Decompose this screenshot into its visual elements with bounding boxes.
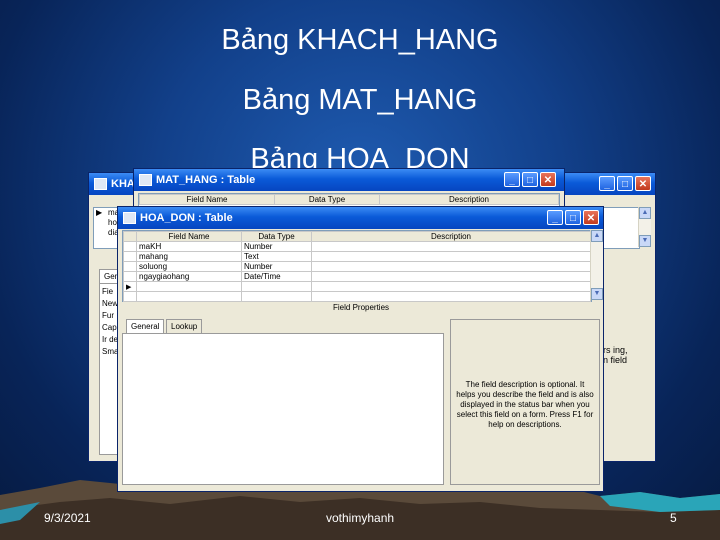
grid-corner [123,231,137,242]
data-type-cell[interactable]: Number [241,241,312,252]
table-row[interactable]: mahang Text [123,251,591,262]
field-help-text: The field description is optional. It he… [456,380,594,429]
khach-hang-scrollbar[interactable]: ▲ ▼ [638,207,651,247]
table-row[interactable]: ngaygiaohang Date/Time [123,271,591,282]
row-selector[interactable] [123,291,137,302]
hoa-don-col-data-type: Data Type [241,231,312,242]
scroll-down-icon[interactable]: ▼ [591,288,603,300]
mat-hang-title: MAT_HANG : Table [156,174,256,186]
slide-title-mat-hang: Bảng MAT_HANG [242,84,478,116]
footer-author: vothimyhanh [326,511,395,525]
close-icon[interactable]: ✕ [540,172,556,187]
scroll-down-icon[interactable]: ▼ [639,235,651,247]
field-name-cell[interactable]: soluong [136,261,242,272]
slide-background: Bảng KHACH_HANG Bảng MAT_HANG Bảng HOA_D… [0,0,720,540]
minimize-icon[interactable]: _ [599,176,615,191]
khach-hang-help-fragment: rs ing, n field [603,345,653,365]
field-name-cell[interactable]: mahang [136,251,242,262]
general-properties-panel[interactable] [122,333,444,485]
description-cell[interactable] [311,291,591,302]
table-icon [139,174,152,186]
mat-hang-col-field-name: Field Name [139,194,275,205]
row-selector-icon[interactable]: ▶ [123,281,137,292]
table-row[interactable] [123,291,591,302]
description-cell[interactable] [311,241,591,252]
description-cell[interactable] [311,261,591,272]
table-icon [123,212,136,224]
mat-hang-col-description: Description [379,194,559,205]
scroll-up-icon[interactable]: ▲ [591,230,603,242]
table-row[interactable]: maKH Number [123,241,591,252]
table-icon [94,178,107,190]
help-panel: The field description is optional. It he… [450,319,600,485]
maximize-icon[interactable]: □ [617,176,633,191]
field-name-cell[interactable]: ngaygiaohang [136,271,242,282]
mat-hang-titlebar[interactable]: MAT_HANG : Table _ □ ✕ [134,169,564,191]
row-selector-icon[interactable]: ▶ [96,208,102,218]
hoa-don-table-window[interactable]: HOA_DON : Table _ □ ✕ Field Name Data Ty… [117,206,604,492]
scroll-up-icon[interactable]: ▲ [639,207,651,219]
close-icon[interactable]: ✕ [583,210,599,225]
hoa-don-titlebar[interactable]: HOA_DON : Table _ □ ✕ [118,207,603,229]
field-name-cell[interactable] [136,291,242,302]
tab-lookup[interactable]: Lookup [166,319,203,334]
data-type-cell[interactable]: Text [241,251,312,262]
hoa-don-col-field-name: Field Name [136,231,242,242]
hoa-don-scrollbar[interactable]: ▲ ▼ [590,230,603,300]
close-icon[interactable]: ✕ [635,176,651,191]
description-cell[interactable] [311,271,591,282]
data-type-cell[interactable]: Date/Time [241,271,312,282]
row-selector[interactable] [123,271,137,282]
footer-page-number: 5 [670,511,677,525]
field-properties-label: Field Properties [333,303,390,312]
footer-date: 9/3/2021 [44,511,91,525]
field-name-cell[interactable] [136,281,242,292]
description-cell[interactable] [311,281,591,292]
khach-hang-title: KHA [111,178,135,190]
table-row[interactable]: ▶ [123,281,591,292]
row-selector[interactable] [123,241,137,252]
hoa-don-design-grid[interactable]: Field Name Data Type Description maKH Nu… [122,230,592,302]
description-cell[interactable] [311,251,591,262]
field-name-cell[interactable]: maKH [136,241,242,252]
row-selector[interactable] [123,251,137,262]
tab-general[interactable]: General [126,319,165,334]
maximize-icon[interactable]: □ [522,172,538,187]
hoa-don-title: HOA_DON : Table [140,212,233,224]
data-type-cell[interactable] [241,291,312,302]
maximize-icon[interactable]: □ [565,210,581,225]
help-line: n field [603,355,628,365]
minimize-icon[interactable]: _ [547,210,563,225]
row-selector[interactable] [123,261,137,272]
slide-title-khach-hang: Bảng KHACH_HANG [221,24,499,56]
data-type-cell[interactable]: Number [241,261,312,272]
minimize-icon[interactable]: _ [504,172,520,187]
mat-hang-col-data-type: Data Type [274,194,380,205]
help-line: rs ing, [603,345,628,355]
hoa-don-col-description: Description [311,231,591,242]
data-type-cell[interactable] [241,281,312,292]
table-row[interactable]: soluong Number [123,261,591,272]
